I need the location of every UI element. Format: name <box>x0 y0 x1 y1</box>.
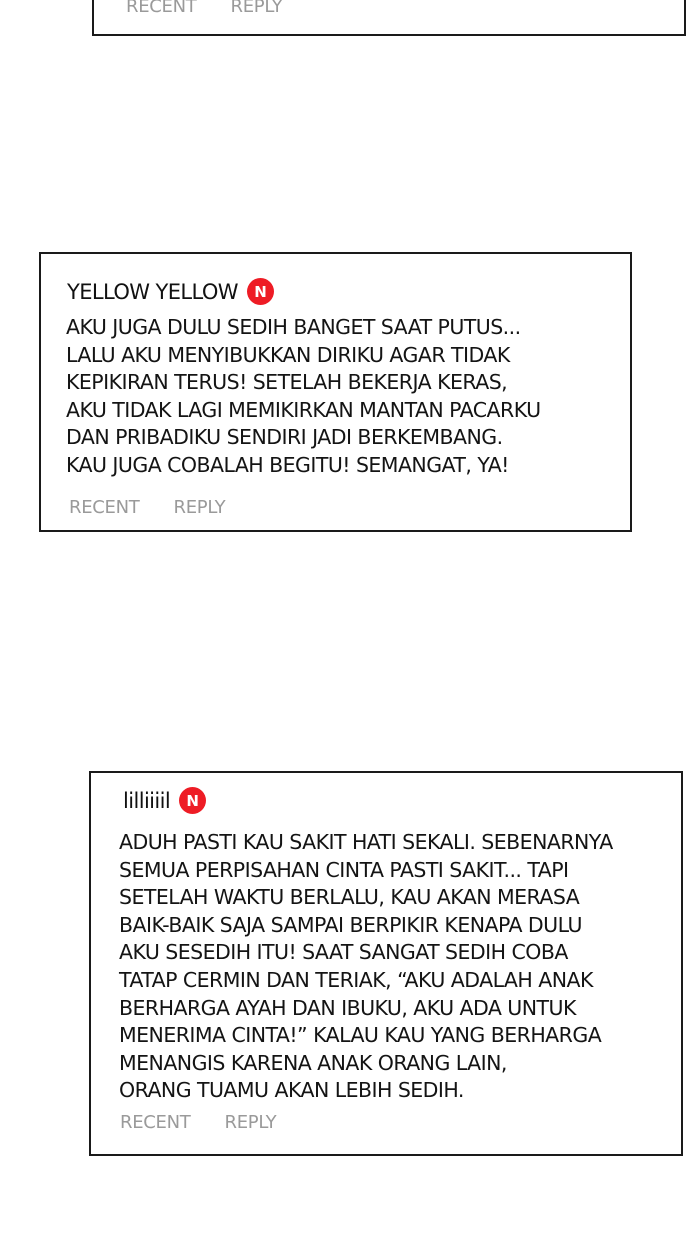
username: YELLOW YELLOW <box>67 279 239 304</box>
comment-line: KEPIKIRAN TERUS! SETELAH BEKERJA KERAS, <box>66 370 508 395</box>
comment-line: AKU JUGA DULU SEDIH BANGET SAAT PUTUS... <box>66 315 521 339</box>
username: lilliiiil <box>123 788 171 813</box>
comment-actions: RECENT REPLY <box>69 497 226 518</box>
comment-line: TATAP CERMIN DAN TERIAK, “AKU ADALAH ANA… <box>119 967 593 992</box>
comment-line: KAU JUGA COBALAH BEGITU! SEMANGAT, YA! <box>66 452 509 477</box>
new-badge-icon: N <box>246 278 274 305</box>
comment-line: AKU SESEDIH ITU! SAAT SANGAT SEDIH COBA <box>119 940 568 965</box>
comment-line: ORANG TUAMU AKAN LEBIH SEDIH. <box>119 1078 464 1103</box>
comment-header: YELLOW YELLOW N <box>67 278 274 305</box>
reply-button[interactable]: REPLY <box>224 1112 276 1133</box>
comment-card: lilliiiil N ADUH PASTI KAU SAKIT HATI SE… <box>89 771 683 1156</box>
comment-line: SETELAH WAKTU BERLALU, KAU AKAN MERASA <box>119 885 580 910</box>
comment-line: MENERIMA CINTA!” KALAU KAU YANG BERHARGA <box>119 1023 602 1048</box>
comment-line: ADUH PASTI KAU SAKIT HATI SEKALI. SEBENA… <box>119 830 613 854</box>
comment-line: LALU AKU MENYIBUKKAN DIRIKU AGAR TIDAK <box>66 342 510 367</box>
comment-card: RECENT REPLY <box>92 0 686 36</box>
new-badge-icon: N <box>179 787 207 814</box>
recent-button[interactable]: RECENT <box>69 497 140 518</box>
comment-line: AKU TIDAK LAGI MEMIKIRKAN MANTAN PACARKU <box>66 397 541 422</box>
comment-line: MENANGIS KARENA ANAK ORANG LAIN, <box>119 1050 507 1075</box>
reply-button[interactable]: REPLY <box>230 0 282 17</box>
comment-text: AKU JUGA DULU SEDIH BANGET SAAT PUTUS...… <box>66 314 541 480</box>
comment-line: BAIK-BAIK SAJA SAMPAI BERPIKIR KENAPA DU… <box>119 912 582 937</box>
reply-button[interactable]: REPLY <box>173 497 225 518</box>
comment-card: YELLOW YELLOW N AKU JUGA DULU SEDIH BANG… <box>39 252 632 532</box>
comment-line: BERHARGA AYAH DAN IBUKU, AKU ADA UNTUK <box>119 995 576 1020</box>
comment-actions: RECENT REPLY <box>120 1112 277 1133</box>
comment-header: lilliiiil N <box>123 787 207 814</box>
comment-line: SEMUA PERPISAHAN CINTA PASTI SAKIT... TA… <box>119 857 569 882</box>
comment-line: DAN PRIBADIKU SENDIRI JADI BERKEMBANG. <box>66 425 503 450</box>
comment-actions: RECENT REPLY <box>126 0 283 17</box>
recent-button[interactable]: RECENT <box>126 0 197 17</box>
comment-text: ADUH PASTI KAU SAKIT HATI SEKALI. SEBENA… <box>119 829 613 1105</box>
recent-button[interactable]: RECENT <box>120 1112 191 1133</box>
